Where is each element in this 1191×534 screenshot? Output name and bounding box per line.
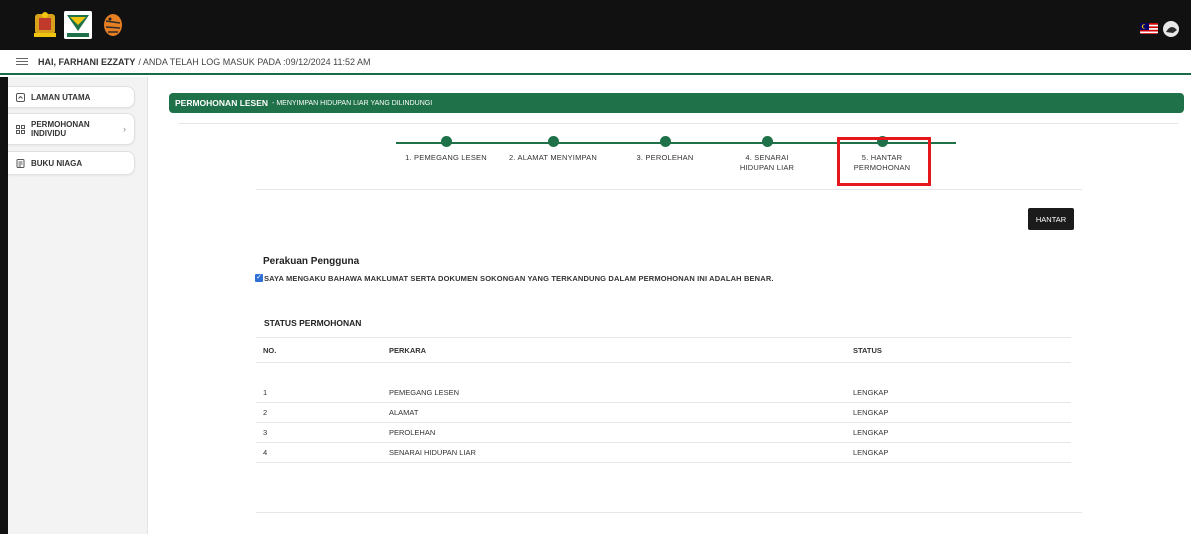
cell-no: 3: [263, 428, 268, 437]
step-label: 3. PEROLEHAN: [636, 153, 694, 162]
login-timestamp: / ANDA TELAH LOG MASUK PADA :09/12/2024 …: [138, 56, 371, 67]
table-header-row: NO. PERKARA STATUS: [256, 337, 1071, 363]
step-alamat-menyimpan[interactable]: 2. ALAMAT MENYIMPAN: [503, 136, 603, 163]
divider: [256, 512, 1082, 513]
step-pemegang-lesen[interactable]: 1. PEMEGANG LESEN: [396, 136, 496, 163]
cell-perkara: SENARAI HIDUPAN LIAR: [389, 448, 476, 457]
sidebar-item-label: PERMOHONAN INDIVIDU: [31, 120, 90, 138]
column-header-no: NO.: [263, 345, 277, 355]
step-dot: [440, 136, 452, 147]
step-label: 4. SENARAI HIDUPAN LIAR: [739, 153, 795, 172]
current-step-highlight: [837, 137, 931, 186]
hantar-button[interactable]: HANTAR: [1028, 208, 1074, 230]
step-dot: [547, 136, 559, 147]
cell-perkara: PEROLEHAN: [389, 428, 436, 437]
cell-no: 1: [263, 388, 268, 397]
document-icon: [16, 158, 25, 168]
cell-status: LENGKAP: [853, 428, 889, 437]
status-table: NO. PERKARA STATUS 1 PEMEGANG LESEN LENG…: [256, 337, 1071, 463]
step-label: 2. ALAMAT MENYIMPAN: [509, 153, 597, 162]
page-header-bar: PERMOHONAN LESEN - MENYIMPAN HIDUPAN LIA…: [169, 93, 1184, 113]
perhilitan-logo: [64, 11, 92, 39]
sidebar-item-laman-utama[interactable]: LAMAN UTAMA: [8, 86, 135, 108]
user-greeting: HAI, FARHANI EZZATY: [38, 56, 136, 67]
page-title: PERMOHONAN LESEN: [175, 98, 269, 108]
user-avatar-icon[interactable]: [1162, 20, 1180, 38]
declaration-checkbox[interactable]: ✓: [255, 274, 263, 282]
step-senarai-hidupan-liar[interactable]: 4. SENARAI HIDUPAN LIAR: [717, 136, 817, 173]
malaysia-flag-icon[interactable]: [1140, 22, 1158, 34]
table-spacer: [256, 363, 1071, 383]
page-subtitle: - MENYIMPAN HIDUPAN LIAR YANG DILINDUNGI: [272, 99, 433, 107]
sidebar: LAMAN UTAMA PERMOHONAN INDIVIDU › BUKU N…: [8, 77, 148, 534]
step-dot: [761, 136, 773, 147]
cell-status: LENGKAP: [853, 448, 889, 457]
cell-no: 2: [263, 408, 268, 417]
malaysia-crest-logo: [32, 11, 58, 39]
column-header-perkara: PERKARA: [389, 345, 427, 355]
tiger-emblem-logo: [100, 11, 126, 39]
divider: [256, 189, 1082, 190]
declaration-text: SAYA MENGAKU BAHAWA MAKLUMAT SERTA DOKUM…: [264, 274, 774, 283]
table-row: 3 PEROLEHAN LENGKAP: [256, 423, 1071, 443]
cell-perkara: PEMEGANG LESEN: [389, 388, 460, 397]
cell-no: 4: [263, 448, 268, 457]
divider: [178, 123, 1178, 124]
table-row: 4 SENARAI HIDUPAN LIAR LENGKAP: [256, 443, 1071, 463]
cell-status: LENGKAP: [853, 408, 889, 417]
chevron-right-icon: ›: [123, 123, 126, 134]
table-row: 2 ALAMAT LENGKAP: [256, 403, 1071, 423]
column-header-status: STATUS: [853, 345, 882, 355]
sidebar-item-label: LAMAN UTAMA: [31, 92, 91, 102]
table-row: 1 PEMEGANG LESEN LENGKAP: [256, 383, 1071, 403]
left-edge-strip: [0, 77, 8, 534]
declaration-title: Perakuan Pengguna: [263, 256, 360, 267]
cell-perkara: ALAMAT: [389, 408, 419, 417]
sidebar-item-buku-niaga[interactable]: BUKU NIAGA: [8, 151, 135, 175]
session-info-bar: HAI, FARHANI EZZATY / ANDA TELAH LOG MAS…: [0, 50, 1191, 75]
top-navbar: [0, 0, 1191, 50]
sidebar-item-permohonan-individu[interactable]: PERMOHONAN INDIVIDU ›: [8, 113, 135, 145]
main-content: PERMOHONAN LESEN - MENYIMPAN HIDUPAN LIA…: [148, 77, 1191, 534]
grid-icon: [16, 124, 25, 134]
hamburger-menu-icon[interactable]: [16, 58, 28, 65]
step-perolehan[interactable]: 3. PEROLEHAN: [615, 136, 715, 163]
step-dot: [659, 136, 671, 147]
sidebar-item-label: BUKU NIAGA: [31, 158, 83, 168]
step-label: 1. PEMEGANG LESEN: [405, 153, 487, 162]
home-icon: [16, 92, 25, 102]
cell-status: LENGKAP: [853, 388, 889, 397]
status-table-title: STATUS PERMOHONAN: [264, 318, 362, 328]
